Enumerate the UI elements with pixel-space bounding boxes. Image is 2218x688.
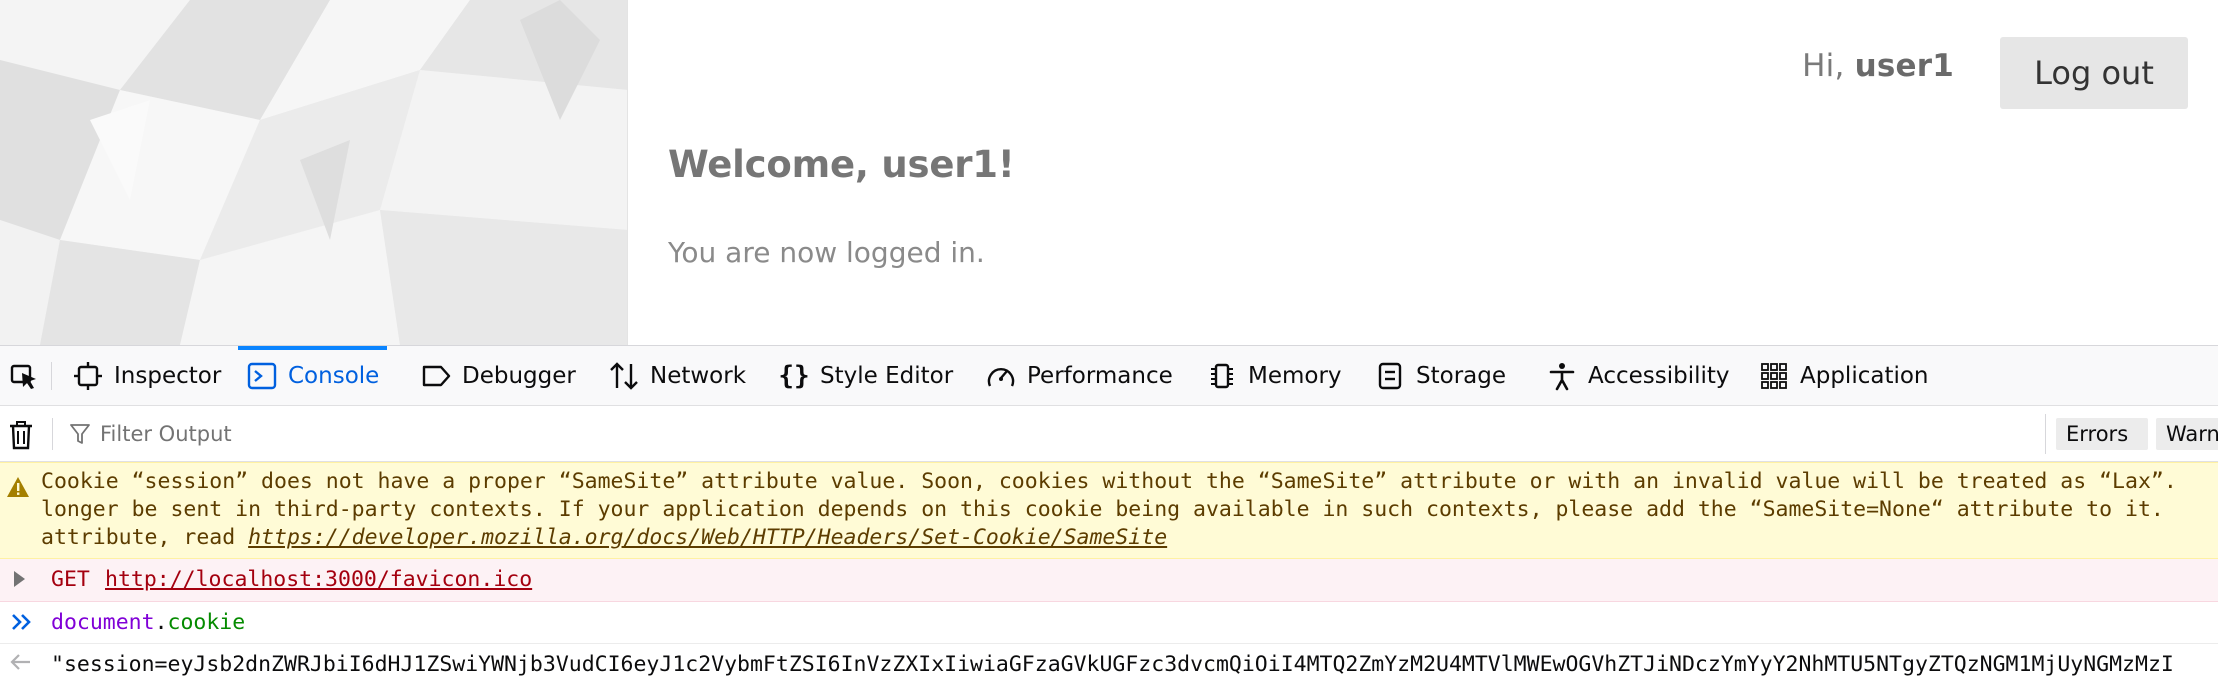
console-input-entry: document.cookie [0,602,2218,644]
console-result-entry: "session=eyJsb2dnZWRJbiI6dHJ1ZSwiYWNjb3V… [0,644,2218,688]
element-picker-icon [10,364,36,389]
warning-text-line-3: attribute, read [41,525,249,550]
tab-label: Console [288,363,380,389]
result-arrow-icon [10,652,32,678]
tab-accessibility[interactable]: Accessibility [1538,346,1738,406]
devtools-toolbar: Inspector Console Debugger Network {} St… [0,346,2218,406]
tab-memory[interactable]: Memory [1198,346,1350,406]
storage-icon [1374,360,1406,392]
tab-label: Accessibility [1588,363,1730,389]
greeting-prefix: Hi, [1802,48,1855,84]
console-warning-message: Cookie “session” does not have a proper … [0,462,2218,559]
logout-button[interactable]: Log out [2000,37,2188,109]
element-picker-button[interactable] [0,346,48,406]
warning-text-line-2: longer be sent in third-party contexts. … [41,497,2164,522]
filter-output-input[interactable] [100,422,2000,446]
warning-text-line-1: Cookie “session” does not have a proper … [41,469,2177,494]
filter-field [70,416,2030,452]
warning-icon [6,476,30,504]
filter-warnings-button[interactable]: Warni [2156,418,2218,450]
tab-console[interactable]: Console [238,346,388,406]
input-prompt-icon [10,611,34,639]
expand-arrow-icon[interactable] [14,571,25,587]
accessibility-icon [1546,360,1578,392]
style-editor-icon: {} [778,361,810,391]
filter-separator [52,418,53,450]
trash-icon [10,421,32,450]
tab-label: Inspector [114,363,222,389]
request-url-link[interactable]: http://localhost:3000/favicon.ico [105,567,532,592]
request-method: GET [51,567,90,592]
toolbar-separator [51,362,52,390]
tab-performance[interactable]: Performance [977,346,1181,406]
tab-label: Performance [1027,363,1173,389]
application-icon [1758,360,1790,392]
tab-debugger[interactable]: Debugger [412,346,584,406]
tab-label: Memory [1248,363,1342,389]
tab-inspector[interactable]: Inspector [64,346,229,406]
console-filter-bar: Errors Warni [0,406,2218,462]
tab-label: Storage [1416,363,1506,389]
devtools-panel: Inspector Console Debugger Network {} St… [0,345,2218,688]
samesite-docs-link[interactable]: https://developer.mozilla.org/docs/Web/H… [248,525,1167,550]
inspector-icon [72,360,104,392]
tab-style-editor[interactable]: {} Style Editor [770,346,961,406]
welcome-heading: Welcome, user1! [668,143,1015,186]
performance-icon [985,360,1017,392]
hero-image [0,0,628,345]
tab-network[interactable]: Network [600,346,754,406]
expression-object: document [51,610,155,635]
console-output: Cookie “session” does not have a proper … [0,462,2218,688]
filter-errors-button[interactable]: Errors [2056,418,2148,450]
tab-label: Debugger [462,363,576,389]
hero-divider [627,0,628,345]
memory-icon [1206,360,1238,392]
tab-application[interactable]: Application [1750,346,1937,406]
network-icon [608,360,640,392]
tab-label: Application [1800,363,1929,389]
web-page: Hi, user1 Log out Welcome, user1! You ar… [0,0,2218,345]
tab-label: Network [650,363,747,389]
clear-console-button[interactable] [4,418,38,452]
greeting-username: user1 [1854,48,1954,84]
expression-dot: . [154,610,168,635]
tab-label: Style Editor [820,363,954,389]
result-value: "session=eyJsb2dnZWRJbiI6dHJ1ZSwiYWNjb3V… [51,652,2174,677]
tab-storage[interactable]: Storage [1366,346,1514,406]
welcome-message: You are now logged in. [668,236,985,269]
debugger-icon [420,360,452,392]
console-icon [246,360,278,392]
filter-separator [2045,414,2046,454]
console-network-error: GET http://localhost:3000/favicon.ico [0,559,2218,602]
filter-icon [70,424,90,444]
expression-property: cookie [167,610,246,635]
input-expression: document.cookie [51,610,245,635]
user-greeting: Hi, user1 [1802,48,1954,84]
